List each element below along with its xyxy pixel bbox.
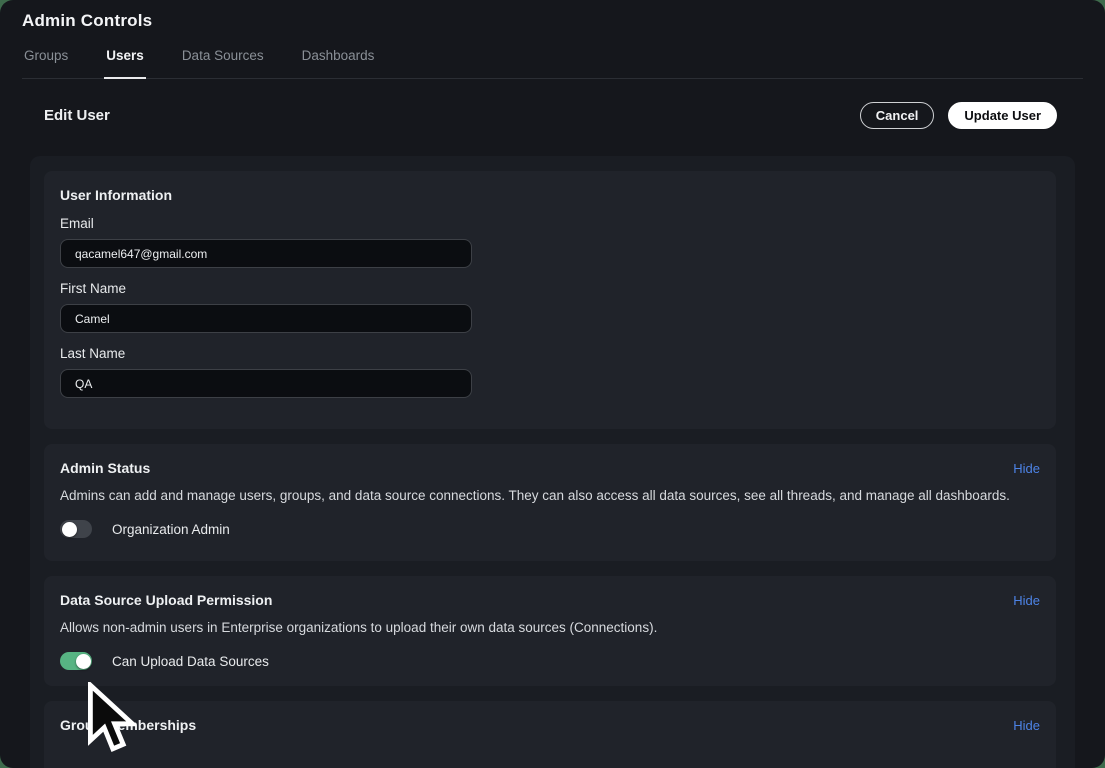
admin-status-title: Admin Status xyxy=(60,460,150,476)
group-memberships-hide-link[interactable]: Hide xyxy=(1013,718,1040,733)
page-title: Admin Controls xyxy=(22,10,1105,31)
tabbar: Groups Users Data Sources Dashboards xyxy=(22,46,1083,79)
edit-user-title: Edit User xyxy=(44,107,110,124)
first-name-label: First Name xyxy=(60,281,1040,296)
admin-controls-window: Admin Controls Groups Users Data Sources… xyxy=(0,0,1105,768)
update-user-button[interactable]: Update User xyxy=(948,102,1057,129)
cancel-button[interactable]: Cancel xyxy=(860,102,935,129)
group-memberships-section: Group Memberships Hide xyxy=(44,701,1056,768)
organization-admin-toggle-row: Organization Admin xyxy=(60,520,1040,538)
admin-status-hide-link[interactable]: Hide xyxy=(1013,461,1040,476)
upload-permission-section: Data Source Upload Permission Hide Allow… xyxy=(44,576,1056,686)
upload-permission-description: Allows non-admin users in Enterprise org… xyxy=(60,620,1040,636)
toolbar-actions: Cancel Update User xyxy=(860,102,1057,129)
first-name-field[interactable] xyxy=(60,304,472,333)
can-upload-data-sources-label: Can Upload Data Sources xyxy=(112,654,269,669)
email-label: Email xyxy=(60,216,1040,231)
upload-permission-header: Data Source Upload Permission Hide xyxy=(60,592,1040,608)
admin-status-section: Admin Status Hide Admins can add and man… xyxy=(44,444,1056,561)
tab-dashboards[interactable]: Dashboards xyxy=(300,46,377,78)
can-upload-data-sources-toggle[interactable] xyxy=(60,652,92,670)
organization-admin-toggle[interactable] xyxy=(60,520,92,538)
email-field[interactable] xyxy=(60,239,472,268)
tab-data-sources[interactable]: Data Sources xyxy=(180,46,266,78)
user-information-title: User Information xyxy=(60,187,1040,203)
upload-permission-hide-link[interactable]: Hide xyxy=(1013,593,1040,608)
admin-status-header: Admin Status Hide xyxy=(60,460,1040,476)
last-name-field-group: Last Name xyxy=(60,346,1040,398)
tab-groups[interactable]: Groups xyxy=(22,46,70,78)
toggle-knob xyxy=(76,654,91,669)
group-memberships-header: Group Memberships Hide xyxy=(60,717,1040,733)
email-field-group: Email xyxy=(60,216,1040,268)
edit-user-toolbar: Edit User Cancel Update User xyxy=(0,79,1105,129)
organization-admin-label: Organization Admin xyxy=(112,522,230,537)
user-information-section: User Information Email First Name Last N… xyxy=(44,171,1056,429)
tab-users[interactable]: Users xyxy=(104,46,146,79)
app-header: Admin Controls xyxy=(0,0,1105,31)
upload-permission-title: Data Source Upload Permission xyxy=(60,592,272,608)
last-name-field[interactable] xyxy=(60,369,472,398)
edit-user-form-card: User Information Email First Name Last N… xyxy=(30,156,1075,768)
first-name-field-group: First Name xyxy=(60,281,1040,333)
can-upload-toggle-row: Can Upload Data Sources xyxy=(60,652,1040,670)
toggle-knob xyxy=(62,522,77,537)
last-name-label: Last Name xyxy=(60,346,1040,361)
admin-status-description: Admins can add and manage users, groups,… xyxy=(60,488,1040,504)
group-memberships-title: Group Memberships xyxy=(60,717,196,733)
